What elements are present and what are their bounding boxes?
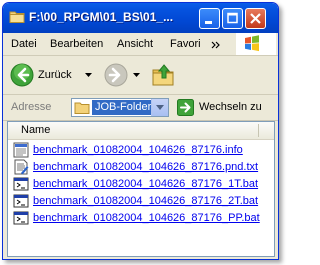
- go-arrow-icon[interactable]: [177, 99, 194, 116]
- menu-item-bearbeiten[interactable]: Bearbeiten: [50, 38, 103, 50]
- forward-dropdown-icon[interactable]: [133, 73, 140, 77]
- windows-logo: [236, 33, 276, 55]
- minimize-icon: [205, 21, 212, 24]
- back-arrow-icon: [10, 63, 34, 87]
- file-name[interactable]: benchmark_01082004_104626_87176_1T.bat: [33, 178, 258, 190]
- windows-flag-icon: [245, 35, 259, 52]
- menu-item-ansicht[interactable]: Ansicht: [117, 38, 153, 50]
- address-bar: Adresse JOB-Folder Wechseln zu: [3, 95, 278, 121]
- back-label: Zurück: [38, 69, 72, 81]
- file-name[interactable]: benchmark_01082004_104626_87176_2T.bat: [33, 195, 258, 207]
- column-header-name[interactable]: Name: [21, 124, 50, 136]
- file-list: Name benchmark_01082004_104626_87176.inf…: [7, 121, 275, 257]
- title-bar[interactable]: F:\00_RPGM\01_BS\01_...: [3, 3, 278, 33]
- back-dropdown-icon[interactable]: [85, 73, 92, 77]
- file-name[interactable]: benchmark_01082004_104626_87176.info: [33, 144, 243, 156]
- chevron-down-icon: [156, 105, 164, 110]
- forward-arrow-icon: [104, 63, 128, 87]
- close-button[interactable]: [245, 8, 266, 29]
- file-name[interactable]: benchmark_01082004_104626_87176.pnd.txt: [33, 161, 258, 173]
- menu-item-favoriten[interactable]: Favori: [170, 38, 201, 50]
- up-folder-button[interactable]: [149, 61, 177, 89]
- maximize-button[interactable]: [222, 8, 243, 29]
- folder-icon: [9, 11, 25, 23]
- address-label: Adresse: [11, 101, 52, 113]
- text-file-icon: [14, 159, 29, 175]
- file-name[interactable]: benchmark_01082004_104626_87176_PP.bat: [33, 212, 260, 224]
- menu-overflow-icon[interactable]: [211, 41, 220, 49]
- address-input[interactable]: JOB-Folder: [71, 98, 169, 117]
- back-button[interactable]: Zurück: [7, 60, 97, 90]
- address-dropdown-button[interactable]: [151, 99, 168, 116]
- batch-file-icon: [13, 177, 29, 191]
- menu-item-datei[interactable]: Datei: [11, 38, 37, 50]
- close-icon: [250, 13, 261, 24]
- explorer-window: F:\00_RPGM\01_BS\01_... Datei Bearbeiten…: [2, 2, 279, 260]
- column-header: Name: [8, 122, 274, 140]
- minimize-button[interactable]: [199, 8, 220, 29]
- batch-file-icon: [13, 194, 29, 208]
- forward-button[interactable]: [101, 60, 143, 90]
- address-value: JOB-Folder: [92, 100, 155, 115]
- batch-file-icon: [13, 211, 29, 225]
- window-title: F:\00_RPGM\01_BS\01_...: [29, 10, 174, 24]
- go-button-label[interactable]: Wechseln zu: [199, 101, 262, 113]
- toolbar: Zurück: [3, 56, 278, 95]
- info-file-icon: [13, 142, 29, 158]
- maximize-icon: [227, 12, 238, 24]
- up-folder-icon: [152, 64, 174, 86]
- folder-icon: [74, 102, 90, 114]
- column-divider[interactable]: [258, 124, 259, 137]
